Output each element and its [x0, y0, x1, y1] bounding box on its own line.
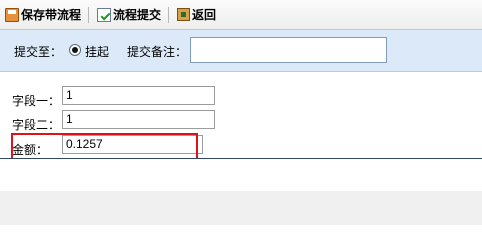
field1-input[interactable]: 1 [62, 86, 215, 105]
save-with-flow-label: 保存带流程 [21, 8, 82, 22]
submit-flow-label: 流程提交 [113, 8, 162, 22]
submit-remark-label: 提交备注： [127, 45, 188, 59]
back-button[interactable]: 返回 [172, 5, 220, 25]
suspend-radio[interactable] [69, 44, 81, 56]
submit-remark-input[interactable] [190, 37, 387, 63]
save-icon [5, 7, 19, 22]
save-with-flow-button[interactable]: 保存带流程 [0, 5, 85, 25]
toolbar-separator [88, 6, 90, 23]
suspend-option-label[interactable]: 挂起 [85, 43, 109, 60]
content-bottom [0, 159, 482, 191]
field2-label: 字段二： [12, 118, 61, 132]
toolbar-separator [168, 6, 170, 23]
submit-check-icon [97, 7, 112, 22]
submit-bar: 提交至： 挂起 提交备注： [0, 30, 482, 72]
toolbar: 保存带流程 流程提交 返回 [0, 0, 482, 30]
back-icon [177, 8, 191, 21]
submit-flow-button[interactable]: 流程提交 [92, 5, 165, 25]
back-label: 返回 [192, 8, 217, 22]
footer-area [0, 191, 482, 225]
field1-label: 字段一： [12, 94, 61, 108]
submit-target-label: 提交至： [14, 45, 63, 59]
field2-input[interactable]: 1 [62, 110, 215, 129]
